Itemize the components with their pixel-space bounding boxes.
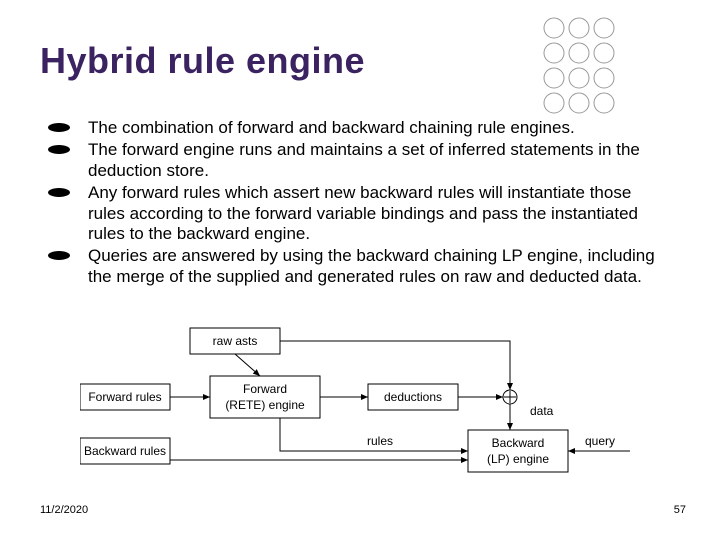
bullet-icon xyxy=(48,123,70,132)
bullet-icon xyxy=(48,188,70,197)
box-backward-rules: Backward rules xyxy=(84,444,166,458)
bullet-item: Queries are answered by using the backwa… xyxy=(48,246,658,287)
bullet-text: The combination of forward and backward … xyxy=(88,118,658,138)
bullet-icon xyxy=(48,145,70,154)
bullet-text: Queries are answered by using the backwa… xyxy=(88,246,658,287)
box-backward-engine-l1: Backward xyxy=(492,436,545,450)
label-rules: rules xyxy=(367,434,393,448)
bullet-text: The forward engine runs and maintains a … xyxy=(88,140,658,181)
bullet-icon xyxy=(48,251,70,260)
architecture-diagram: raw asts Forward rules Backward rules Fo… xyxy=(80,320,640,480)
bullet-item: The forward engine runs and maintains a … xyxy=(48,140,658,181)
box-forward-rules: Forward rules xyxy=(88,390,161,404)
box-forward-engine-l2: (RETE) engine xyxy=(225,398,305,412)
label-query: query xyxy=(585,434,615,448)
footer-page-number: 57 xyxy=(674,504,686,516)
box-deductions: deductions xyxy=(384,390,442,404)
slide-title: Hybrid rule engine xyxy=(40,40,365,82)
bullet-item: Any forward rules which assert new backw… xyxy=(48,183,658,244)
box-forward-engine-l1: Forward xyxy=(243,382,287,396)
box-backward-engine-l2: (LP) engine xyxy=(487,452,549,466)
bullet-item: The combination of forward and backward … xyxy=(48,118,658,138)
content-block: The combination of forward and backward … xyxy=(48,118,658,289)
label-data: data xyxy=(530,404,554,418)
corner-ornament xyxy=(534,8,634,128)
box-raw-asts: raw asts xyxy=(213,334,258,348)
bullet-text: Any forward rules which assert new backw… xyxy=(88,183,658,244)
footer-date: 11/2/2020 xyxy=(40,504,88,516)
